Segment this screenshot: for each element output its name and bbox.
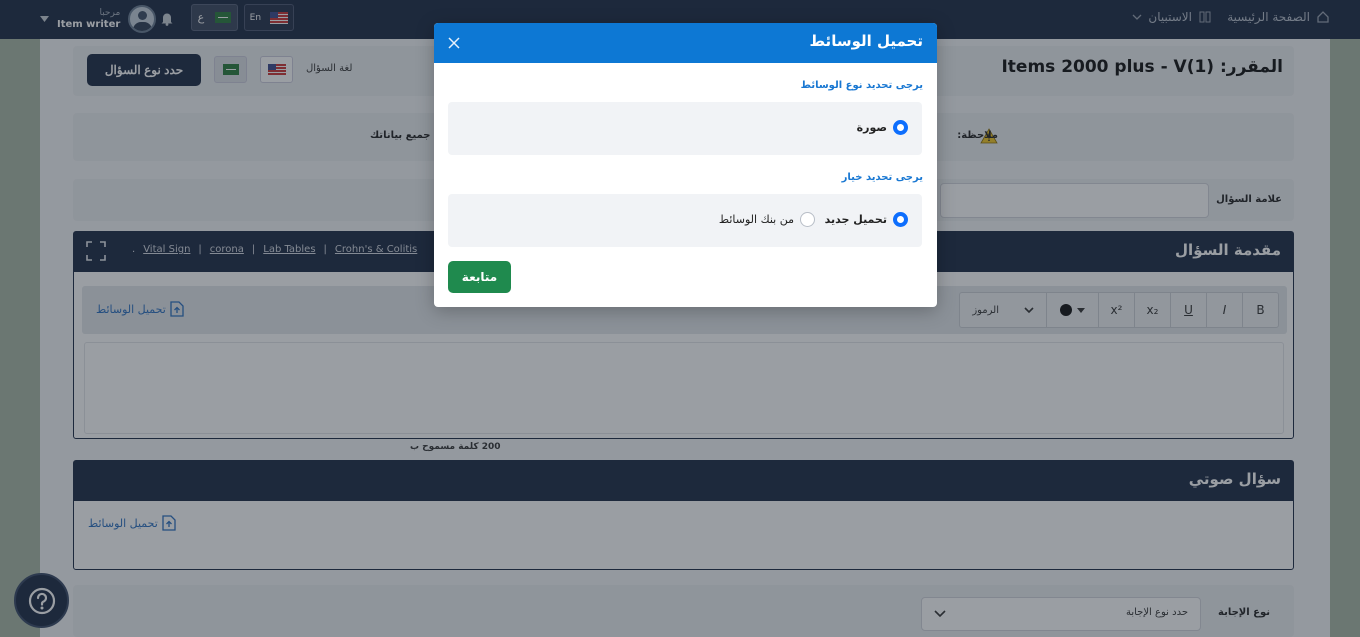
- source-options: تحميل جديد من بنك الوسائط: [448, 194, 922, 247]
- option-new-upload[interactable]: تحميل جديد: [825, 212, 908, 227]
- choice-prompt: يرجى تحديد خيار: [841, 172, 923, 183]
- upload-media-dialog: تحميل الوسائط يرجى تحديد نوع الوسائط صور…: [434, 23, 937, 307]
- option-new-upload-label: تحميل جديد: [824, 213, 887, 226]
- option-media-bank[interactable]: من بنك الوسائط: [719, 212, 815, 227]
- option-image[interactable]: صورة: [857, 120, 908, 135]
- dialog-header: تحميل الوسائط: [434, 23, 937, 63]
- media-type-options: صورة: [448, 102, 922, 155]
- option-image-label: صورة: [856, 121, 887, 134]
- radio-new-upload[interactable]: [893, 212, 908, 227]
- option-media-bank-label: من بنك الوسائط: [718, 213, 794, 226]
- continue-button[interactable]: متابعة: [448, 261, 511, 293]
- dialog-title: تحميل الوسائط: [809, 32, 924, 50]
- radio-media-bank[interactable]: [800, 212, 815, 227]
- close-icon[interactable]: [446, 35, 462, 51]
- media-type-prompt: يرجى تحديد نوع الوسائط: [800, 80, 923, 91]
- radio-image[interactable]: [893, 120, 908, 135]
